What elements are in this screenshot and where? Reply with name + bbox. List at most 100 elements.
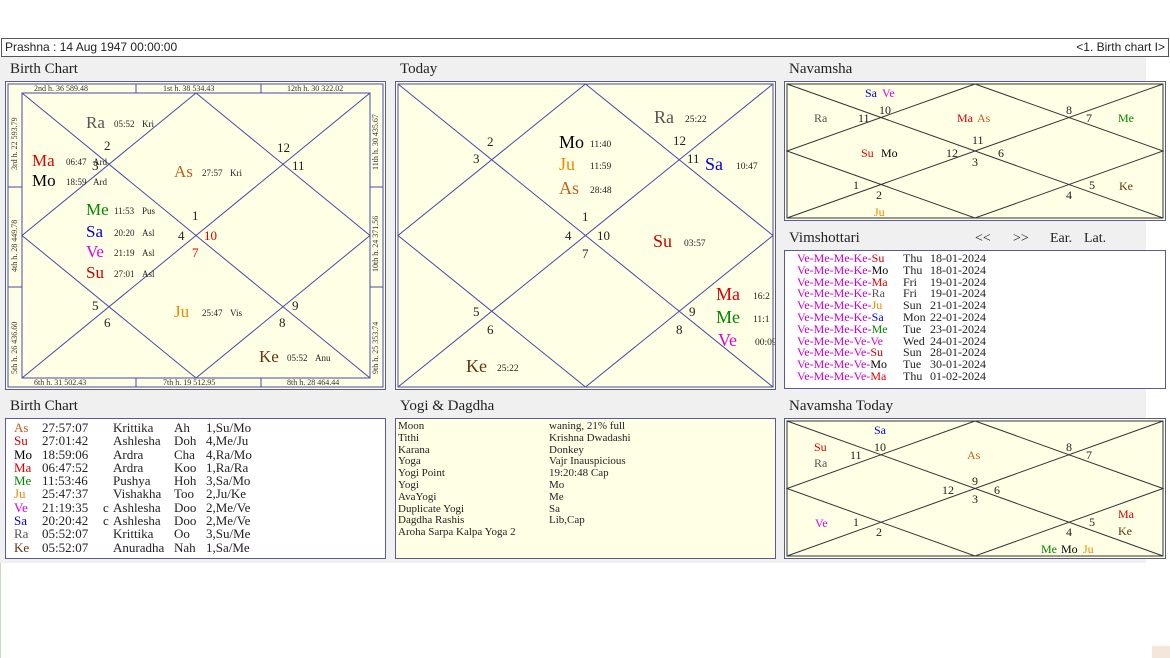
vimshottari-earlier-button[interactable]: Ear. <box>1050 231 1072 246</box>
planet-nak: Vishakha <box>113 486 162 502</box>
planet-lord: 2,Me/Ve <box>206 513 251 529</box>
navt-house-8: 8 <box>1066 440 1072 454</box>
navamsha-today-planet-me: Me <box>1041 542 1057 556</box>
planet-ma-degree: 06:47 <box>66 157 87 167</box>
planet-p: Ra <box>14 526 29 542</box>
nav-house-10: 10 <box>879 103 891 117</box>
planet-lord: 3,Su/Me <box>206 526 251 542</box>
planet-nak: Ashlesha <box>113 433 161 449</box>
today-planet-as-degree: 28:48 <box>590 186 612 196</box>
navamsha-today-title: Navamsha Today <box>789 398 894 414</box>
house-number-8: 8 <box>279 315 286 330</box>
house-number-6: 6 <box>104 315 111 330</box>
today-planet-mo: Mo <box>559 132 584 152</box>
planet-lord: 1,Ra/Ra <box>206 459 249 475</box>
nav-house-11: 11 <box>858 111 870 125</box>
house-strength-bottom-2: 7th h. 19 512.95 <box>163 378 215 387</box>
nav-house-2: 2 <box>876 188 882 202</box>
house-number-5: 5 <box>92 298 99 313</box>
planet-su-degree: 27:01 <box>114 269 135 279</box>
planet-sa-degree: 20:20 <box>114 228 135 238</box>
house-strength-left-3: 5th h. 26 436.60 <box>10 322 19 374</box>
navamsha-today-planet-ma: Ma <box>1118 507 1135 521</box>
planet-lord: 4,Ra/Mo <box>206 446 252 462</box>
house-number-12: 12 <box>277 140 290 155</box>
planet-deg: 20:20:42 <box>42 513 89 529</box>
today-house-10: 10 <box>597 228 610 243</box>
today-house-5: 5 <box>473 304 480 319</box>
planet-as: As <box>174 162 193 181</box>
planet-lord: 2,Ju/Ke <box>206 486 247 502</box>
today-chart-panel[interactable]: 1 2 3 4 5 6 7 8 9 10 11 12 Ra 25:22 Mo 11:4… <box>395 81 776 390</box>
today-house-1: 1 <box>582 209 589 224</box>
today-planet-ma-degree: 16:2 <box>753 292 770 302</box>
navamsha-planet-sa: Sa <box>865 86 878 100</box>
birth-table-title: Birth Chart <box>10 398 78 414</box>
nav-house-6: 6 <box>998 146 1004 160</box>
yogi-key: AvaYogi <box>398 490 437 503</box>
navamsha-planet-as: As <box>977 111 991 125</box>
today-planet-mo-degree: 11:40 <box>590 140 612 150</box>
chart-selector-button[interactable]: <1. Birth chart I> <box>1076 39 1165 56</box>
nav-house-7: 7 <box>1086 111 1092 125</box>
vimshottari-next-button[interactable]: >> <box>1013 231 1029 246</box>
house-strength-bottom-1: 6th h. 31 502.43 <box>34 378 86 387</box>
planet-as-nakshatra: Kri <box>230 168 242 178</box>
vimshottari-later-button[interactable]: Lat. <box>1084 231 1106 246</box>
nav-house-12: 12 <box>946 146 958 160</box>
house-number-9: 9 <box>292 298 299 313</box>
vimshottari-prev-button[interactable]: << <box>975 231 991 246</box>
house-strength-bottom-3: 8th h. 28 464.44 <box>287 378 339 387</box>
navamsha-panel[interactable]: 11 10 11 12 3 6 8 7 1 2 4 5 Sa Ve Ra Ma As Me… <box>784 81 1166 221</box>
nav-house-4: 4 <box>1066 188 1072 202</box>
navamsha-today-panel[interactable]: 9 10 11 12 3 6 8 7 1 2 4 5 Sa Su Ra As Ve Ma K… <box>784 418 1166 559</box>
today-planet-ve-degree: 00:09 <box>755 338 775 348</box>
navamsha-planet-ju: Ju <box>874 205 885 219</box>
yogi-panel[interactable]: Moon waning, 21% full Tithi Krishna Dwadash… <box>395 418 776 559</box>
house-strength-right-3: 9th h. 25 353.74 <box>371 322 380 374</box>
today-house-3: 3 <box>473 151 480 166</box>
planet-sa-nakshatra: Asl <box>142 228 155 238</box>
navt-house-1: 1 <box>853 515 859 529</box>
yogi-value: Krishna Dwadashi <box>549 431 631 444</box>
planet-ra-nakshatra: Kri <box>142 119 154 129</box>
birth-table-panel[interactable]: As 27:57:07 Krittika Ah 1,Su/Mo Su 27:01:42 Ash… <box>5 418 386 559</box>
chart-header-bar: Prashna : 14 Aug 1947 00:00:00 <1. Birth… <box>1 38 1169 57</box>
planet-ma: Ma <box>32 151 55 170</box>
today-house-11: 11 <box>687 151 700 166</box>
navamsha-planet-ma: Ma <box>957 111 974 125</box>
today-planet-ju: Ju <box>559 154 575 174</box>
navamsha-today-planet-ju: Ju <box>1083 542 1094 556</box>
yogi-value: Lib,Cap <box>549 514 585 527</box>
dasha-lord: Ma <box>870 368 887 383</box>
planet-ju: Ju <box>174 302 190 321</box>
planet-deg: 05:52:07 <box>42 526 89 542</box>
planet-p: Mo <box>14 446 33 462</box>
vimshottari-panel[interactable]: Ve-Me-Me-Ke-Su Thu 18-01-2024 Ve-Me-Me-Ke-M… <box>784 250 1166 389</box>
planet-nak: Krittika <box>113 526 154 542</box>
planet-su-nakshatra: Asl <box>142 269 155 279</box>
today-house-2: 2 <box>487 134 494 149</box>
planet-ke: Ke <box>259 347 279 366</box>
planet-p: Me <box>14 473 32 489</box>
navt-house-2: 2 <box>876 525 882 539</box>
birth-chart-panel[interactable]: 2nd h. 36 589.48 1st h. 38 534.43 12th h… <box>5 81 386 390</box>
house-strength-left-2: 4th h. 28 449.78 <box>10 220 19 272</box>
navamsha-planet-su: Su <box>861 146 874 160</box>
corner-resize-handle[interactable] <box>1152 646 1170 658</box>
today-house-6: 6 <box>487 322 494 337</box>
planet-nak: Ashlesha <box>113 499 161 515</box>
planet-ve-degree: 21:19 <box>114 248 135 258</box>
dasha-period: Ve-Me-Me-Ve-Ma <box>797 368 887 383</box>
navamsha-today-planet-ra: Ra <box>814 456 828 470</box>
planet-r: c <box>103 513 109 529</box>
today-planet-ra: Ra <box>654 107 674 127</box>
house-number-7: 7 <box>192 245 199 260</box>
house-strength-right-1: 11th h. 30 435.67 <box>371 114 380 170</box>
today-planet-su: Su <box>653 231 672 251</box>
planet-lord: 4,Me/Ju <box>206 433 249 449</box>
planet-mo-degree: 18:59 <box>66 177 87 187</box>
navamsha-planet-ke: Ke <box>1119 179 1133 193</box>
navt-house-10: 10 <box>874 440 886 454</box>
nav-house-5: 5 <box>1089 178 1095 192</box>
